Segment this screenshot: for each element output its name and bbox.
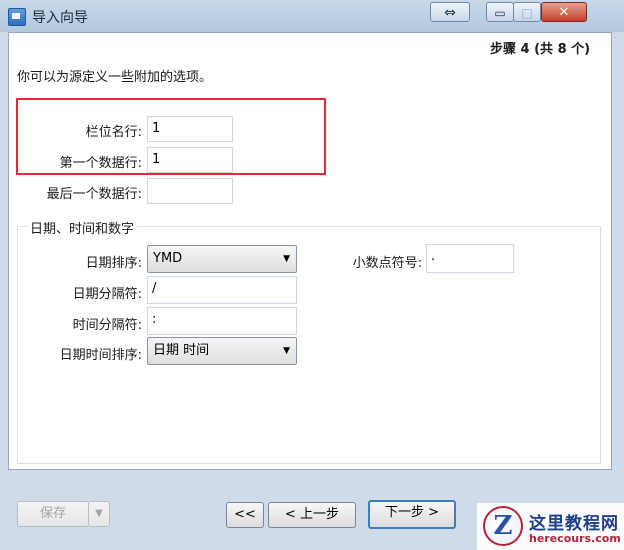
next-step-button[interactable]: 下一步 >	[368, 500, 456, 529]
header-row-label: 栏位名行:	[85, 125, 142, 140]
date-order-label: 日期排序:	[85, 256, 142, 271]
date-order-value: YMD	[153, 251, 183, 266]
watermark: Z 这里教程网 herecours.com	[477, 503, 624, 550]
intro-text: 你可以为源定义一些附加的选项。	[17, 70, 213, 85]
time-separator-input[interactable]: :	[147, 307, 297, 335]
app-icon	[8, 8, 26, 26]
first-data-row-label: 第一个数据行:	[59, 156, 142, 171]
watermark-name: 这里教程网	[529, 514, 619, 534]
last-data-row-label: 最后一个数据行:	[46, 187, 142, 202]
header-row-input[interactable]: 1	[147, 116, 233, 142]
datetime-order-label: 日期时间排序:	[59, 348, 142, 363]
save-menu-button[interactable]: ▼	[88, 501, 110, 527]
close-button[interactable]: ✕	[541, 2, 587, 22]
minimize-button[interactable]: ▭	[486, 2, 514, 22]
watermark-logo: Z	[483, 506, 523, 546]
save-button[interactable]: 保存	[17, 501, 89, 527]
decimal-symbol-label: 小数点符号:	[352, 256, 422, 271]
date-order-select[interactable]: YMD ▼	[147, 245, 297, 273]
prev-step-button[interactable]: < 上一步	[268, 502, 356, 528]
window-title: 导入向导	[32, 10, 88, 26]
maximize-button[interactable]: □	[513, 2, 541, 22]
datetime-order-value: 日期 时间	[153, 343, 210, 358]
watermark-url: herecours.com	[529, 532, 621, 545]
datetime-order-select[interactable]: 日期 时间 ▼	[147, 337, 297, 365]
step-indicator: 步骤 4 (共 8 个)	[490, 42, 591, 57]
resize-button[interactable]: ⇔	[430, 2, 470, 22]
chevron-down-icon: ▼	[283, 346, 290, 356]
first-data-row-input[interactable]: 1	[147, 147, 233, 173]
title-bar: 导入向导 ⇔ ▭ □ ✕	[0, 0, 624, 32]
date-separator-input[interactable]: /	[147, 276, 297, 304]
date-separator-label: 日期分隔符:	[72, 287, 142, 302]
time-separator-label: 时间分隔符:	[72, 318, 142, 333]
chevron-down-icon: ▼	[283, 254, 290, 264]
datetime-group-title: 日期、时间和数字	[27, 218, 138, 237]
decimal-symbol-input[interactable]: .	[426, 244, 514, 273]
first-step-button[interactable]: <<	[226, 502, 264, 528]
last-data-row-input[interactable]	[147, 178, 233, 204]
